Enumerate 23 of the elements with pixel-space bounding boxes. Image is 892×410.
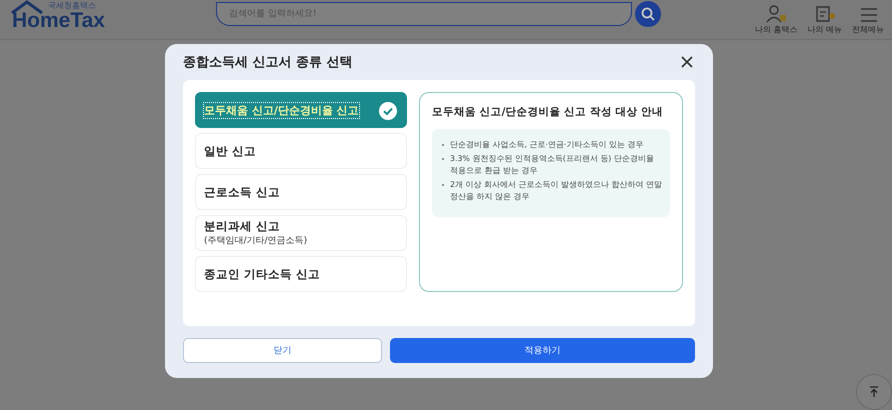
option-item[interactable]: 일반 신고	[195, 133, 407, 169]
document-icon	[814, 4, 836, 24]
close-button[interactable]	[679, 54, 695, 70]
option-item[interactable]: 종교인 기타소득 신고	[195, 256, 407, 292]
house-roof-icon	[10, 0, 44, 14]
nav-menu-item[interactable]: 나의 홈택스	[754, 4, 798, 35]
arrow-up-icon	[868, 386, 880, 398]
option-item[interactable]: 근로소득 신고	[195, 174, 407, 210]
option-item[interactable]: 분리과세 신고 (주택임대/기타/연금소득)	[195, 215, 407, 251]
checkmark-icon	[379, 102, 397, 120]
logo-caption: 국세청홈택스	[48, 0, 96, 10]
info-title: 모두채움 신고/단순경비율 신고 작성 대상 안내	[432, 105, 664, 119]
logo-text[interactable]: HomeTax	[12, 8, 105, 32]
close-button[interactable]: 닫기	[183, 338, 382, 363]
option-item[interactable]: 모두채움 신고/단순경비율 신고	[195, 92, 407, 128]
close-icon	[681, 56, 693, 68]
apply-button[interactable]: 적용하기	[390, 338, 695, 363]
search-icon	[641, 6, 655, 20]
nav-menu-item[interactable]: 나의 메뉴	[807, 4, 842, 35]
nav-menu-item[interactable]: 전체메뉴	[852, 4, 884, 35]
person-icon	[765, 4, 788, 24]
dialog-title: 종합소득세 신고서 종류 선택	[183, 54, 353, 71]
search-button[interactable]	[635, 0, 661, 26]
